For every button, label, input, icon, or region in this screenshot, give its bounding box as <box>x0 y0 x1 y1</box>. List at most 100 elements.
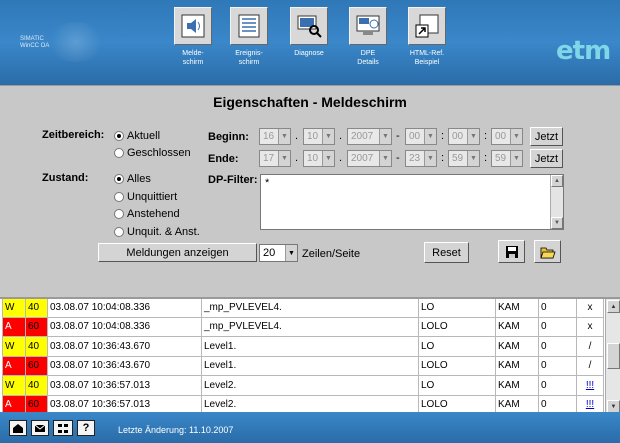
ende-year-select[interactable]: 2007 ▼ <box>347 150 392 167</box>
cell-prio: 40 <box>25 336 48 357</box>
cell-prio: 60 <box>25 316 48 337</box>
nav-label: Ereignis- schirm <box>235 50 263 66</box>
ende-jetzt-button[interactable]: Jetzt <box>530 149 563 168</box>
chevron-down-icon[interactable]: ▼ <box>467 129 479 144</box>
alert-table-grid: W 40 03.08.07 10:04:08.336 _mp_PVLEVEL4. LO K… <box>2 299 604 412</box>
cell-status: KAM <box>495 316 539 337</box>
cell-prio: 60 <box>25 394 48 412</box>
cell-count: 0 <box>538 299 577 318</box>
chevron-down-icon[interactable]: ▼ <box>322 151 334 166</box>
cell-type: W <box>2 299 26 318</box>
save-button[interactable] <box>498 240 525 263</box>
cell-ack[interactable]: x <box>576 316 604 337</box>
beginn-hour-select[interactable]: 00 ▼ <box>405 128 437 145</box>
show-messages-button[interactable]: Meldungen anzeigen <box>98 243 257 262</box>
cell-time: 03.08.07 10:36:57.013 <box>47 394 202 412</box>
monitor-magnifier-icon[interactable] <box>290 7 328 45</box>
cell-ack[interactable]: !!! <box>576 394 604 412</box>
radio-anstehend[interactable]: Anstehend <box>114 208 180 220</box>
cell-time: 03.08.07 10:36:57.013 <box>47 375 202 396</box>
sitemap-button[interactable] <box>53 420 73 436</box>
chevron-down-icon[interactable]: ▼ <box>322 129 334 144</box>
table-row[interactable]: A 60 03.08.07 10:36:57.013 Level2. LOLO KAM 0!… <box>2 394 604 412</box>
scroll-up-icon[interactable]: ▲ <box>607 300 620 313</box>
radio-aktuell[interactable]: Aktuell <box>114 130 160 142</box>
nav-ereignisschirm[interactable]: Ereignis- schirm <box>220 7 278 67</box>
chevron-down-icon[interactable]: ▼ <box>510 129 522 144</box>
ende-hour-select[interactable]: 23 ▼ <box>405 150 437 167</box>
beginn-day-select[interactable]: 16 ▼ <box>259 128 291 145</box>
radio-alles[interactable]: Alles <box>114 173 151 185</box>
cell-prio: 40 <box>25 299 48 318</box>
chevron-down-icon[interactable]: ▼ <box>467 151 479 166</box>
cell-dp: Level1. <box>201 355 419 376</box>
speaker-list-icon[interactable] <box>174 7 212 45</box>
chevron-down-icon[interactable]: ▼ <box>424 129 436 144</box>
chevron-down-icon[interactable]: ▼ <box>510 151 522 166</box>
open-button[interactable] <box>534 240 561 263</box>
home-button[interactable] <box>9 420 27 436</box>
list-document-icon[interactable] <box>230 7 268 45</box>
nav-dpe-details[interactable]: DPE Details <box>339 7 397 67</box>
cell-status: KAM <box>495 355 539 376</box>
cell-time: 03.08.07 10:36:43.670 <box>47 336 202 357</box>
dp-filter-scrollbar[interactable]: ▲ ▼ <box>550 175 563 229</box>
rows-per-page-select[interactable]: 20 ▼ <box>259 244 298 262</box>
chevron-down-icon[interactable]: ▼ <box>424 151 436 166</box>
brand-text: SIMATIC WinCC OA <box>20 36 50 49</box>
chevron-down-icon[interactable]: ▼ <box>278 129 290 144</box>
table-row[interactable]: W 40 03.08.07 10:36:43.670 Level1. LO KAM 0/ <box>2 336 604 357</box>
scroll-down-icon[interactable]: ▼ <box>551 217 563 229</box>
table-row[interactable]: W 40 03.08.07 10:04:08.336 _mp_PVLEVEL4. LO K… <box>2 299 604 318</box>
ende-month-select[interactable]: 10 ▼ <box>303 150 335 167</box>
beginn-second-select[interactable]: 00 ▼ <box>491 128 523 145</box>
table-row[interactable]: A 60 03.08.07 10:04:08.336 _mp_PVLEVEL4. LOL… <box>2 316 604 337</box>
dp-filter-label: DP-Filter: <box>208 174 258 186</box>
radio-dot[interactable] <box>114 209 124 219</box>
cell-count: 0 <box>538 336 577 357</box>
radio-dot[interactable] <box>114 174 124 184</box>
dp-filter-input[interactable]: * ▲ ▼ <box>260 174 564 230</box>
table-row[interactable]: W 40 03.08.07 10:36:57.013 Level2. LO KAM 0!!! <box>2 375 604 396</box>
radio-dot[interactable] <box>114 227 124 237</box>
radio-dot[interactable] <box>114 192 124 202</box>
help-button[interactable]: ? <box>77 420 95 436</box>
nav-diagnose[interactable]: Diagnose <box>280 7 338 58</box>
ende-second-select[interactable]: 59 ▼ <box>491 150 523 167</box>
cell-type: A <box>2 316 26 337</box>
monitor-data-icon[interactable] <box>349 7 387 45</box>
ende-day-select[interactable]: 17 ▼ <box>259 150 291 167</box>
beginn-minute-select[interactable]: 00 ▼ <box>448 128 480 145</box>
nav-html-ref[interactable]: HTML-Ref. Beispiel <box>398 7 456 67</box>
cell-level: LOLO <box>418 394 496 412</box>
cell-ack[interactable]: !!! <box>576 375 604 396</box>
beginn-year-select[interactable]: 2007 ▼ <box>347 128 392 145</box>
ende-minute-select[interactable]: 59 ▼ <box>448 150 480 167</box>
cell-ack[interactable]: / <box>576 355 604 376</box>
scroll-thumb[interactable] <box>607 343 620 369</box>
reset-button[interactable]: Reset <box>424 242 469 263</box>
table-row[interactable]: A 60 03.08.07 10:36:43.670 Level1. LOLO KAM 0/ <box>2 355 604 376</box>
radio-dot[interactable] <box>114 148 124 158</box>
beginn-month-select[interactable]: 10 ▼ <box>303 128 335 145</box>
shortcut-arrow-icon[interactable] <box>408 7 446 45</box>
radio-dot[interactable] <box>114 131 124 141</box>
beginn-jetzt-button[interactable]: Jetzt <box>530 127 563 146</box>
table-scrollbar[interactable]: ▲ ▼ <box>605 299 620 412</box>
scroll-down-icon[interactable]: ▼ <box>607 400 620 412</box>
chevron-down-icon[interactable]: ▼ <box>379 151 391 166</box>
chevron-down-icon[interactable]: ▼ <box>278 151 290 166</box>
radio-geschlossen[interactable]: Geschlossen <box>114 147 191 159</box>
cell-level: LO <box>418 375 496 396</box>
scroll-up-icon[interactable]: ▲ <box>551 175 563 187</box>
chevron-down-icon[interactable]: ▼ <box>379 129 391 144</box>
mail-button[interactable] <box>31 420 49 436</box>
nav-meldeschirm[interactable]: Melde- schirm <box>164 7 222 67</box>
radio-unquit-anst[interactable]: Unquit. & Anst. <box>114 226 200 238</box>
cell-ack[interactable]: / <box>576 336 604 357</box>
cell-ack[interactable]: x <box>576 299 604 318</box>
radio-unquittiert[interactable]: Unquittiert <box>114 191 177 203</box>
nav-label: Melde- schirm <box>182 50 204 66</box>
cell-type: A <box>2 394 26 412</box>
chevron-down-icon[interactable]: ▼ <box>285 245 297 261</box>
